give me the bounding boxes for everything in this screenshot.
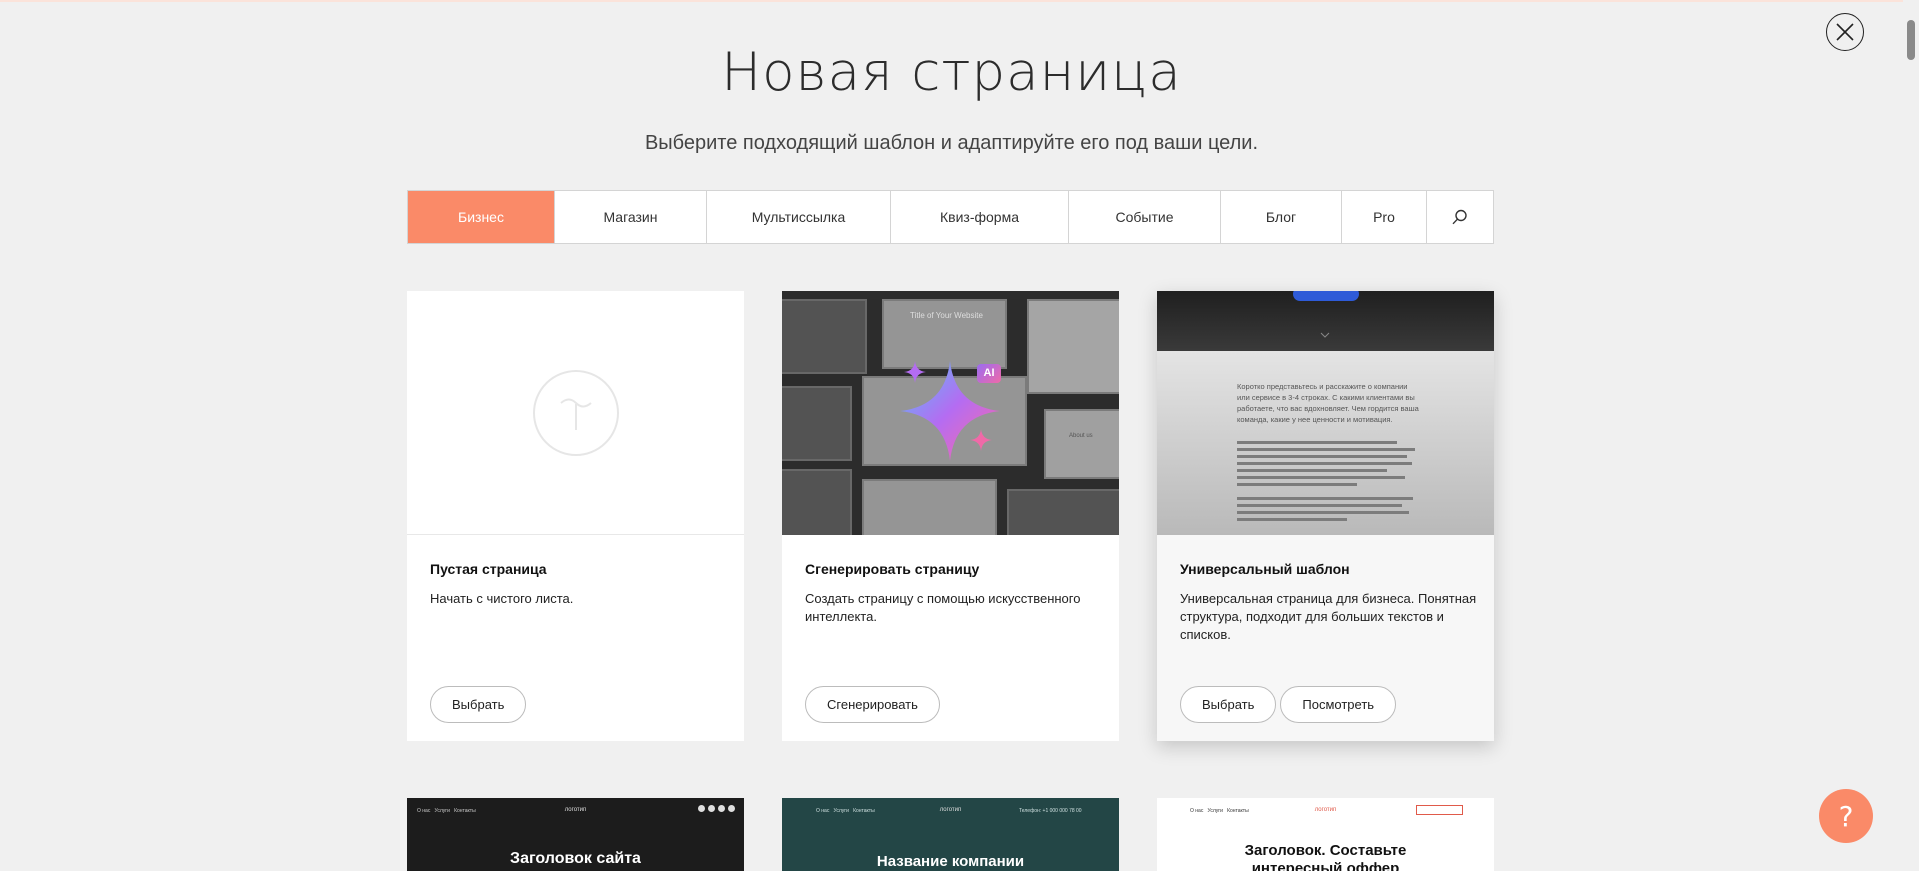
ai-badge: AI	[977, 364, 1001, 383]
tab-business[interactable]: Бизнес	[408, 191, 555, 243]
tab-blog[interactable]: Блог	[1221, 191, 1342, 243]
select-button[interactable]: Выбрать	[1180, 686, 1277, 723]
preview-phone: Телефон: +1 000 000 78 00	[1019, 808, 1082, 814]
card-description: Начать с чистого листа.	[430, 591, 574, 606]
top-accent-line	[0, 0, 1919, 2]
tab-shop[interactable]: Магазин	[555, 191, 707, 243]
preview-text-line	[1237, 462, 1412, 465]
preview-text-line	[1237, 455, 1407, 458]
small-sparkle-icon	[904, 361, 926, 383]
help-button[interactable]: ?	[1819, 789, 1873, 843]
facebook-icon	[698, 805, 705, 812]
preview-cta-button	[1293, 291, 1359, 301]
preview-logo: логотип	[564, 807, 587, 813]
category-tabs: Бизнес Магазин Мультиссылка Квиз-форма С…	[407, 190, 1494, 244]
template-card-bottom[interactable]: О нас Услуги Контакты логотип Заголовок.…	[1157, 798, 1494, 871]
template-card-ai-generate[interactable]: Title of Your Website About us AI Сгенер…	[782, 291, 1119, 741]
preview-text-line	[1237, 483, 1357, 486]
preview-text-line	[1237, 448, 1415, 451]
page-subtitle: Выберите подходящий шаблон и адаптируйте…	[644, 132, 1259, 154]
preview-title: Title of Your Website	[910, 311, 983, 320]
template-preview: Коротко представьтесь и расскажите о ком…	[1157, 291, 1494, 535]
preview-heading: Заголовок сайта	[510, 850, 641, 867]
tab-quiz-form[interactable]: Квиз-форма	[891, 191, 1069, 243]
page-title: Новая страница	[721, 42, 1182, 103]
template-card-universal[interactable]: Коротко представьтесь и расскажите о ком…	[1157, 291, 1494, 741]
preview-text-line	[1237, 511, 1409, 514]
social-icons	[698, 805, 735, 812]
vk-icon	[718, 805, 725, 812]
tab-event[interactable]: Событие	[1069, 191, 1221, 243]
card-description: Создать страницу с помощью искусственног…	[805, 591, 1081, 624]
card-title: Универсальный шаблон	[1180, 561, 1350, 577]
tab-pro[interactable]: Pro	[1342, 191, 1427, 243]
preview-about: About us	[1069, 433, 1093, 439]
telegram-icon	[728, 805, 735, 812]
template-card-bottom[interactable]: О нас Услуги Контакты логотип Телефон: +…	[782, 798, 1119, 871]
template-preview	[407, 291, 744, 535]
preview-heading: Название компании	[876, 853, 1025, 870]
preview-text-line	[1237, 469, 1387, 472]
select-button[interactable]: Выбрать	[430, 686, 527, 723]
preview-text-line	[1237, 497, 1413, 500]
preview-text-line	[1237, 504, 1402, 507]
tilda-logo-icon	[532, 369, 619, 456]
preview-cta-button	[1416, 805, 1463, 815]
card-title: Сгенерировать страницу	[805, 561, 980, 577]
small-sparkle-icon	[970, 429, 992, 451]
preview-heading: Заголовок. Составьте интересный оффер	[1244, 842, 1407, 871]
twitter-icon	[708, 805, 715, 812]
preview-intro-text: Коротко представьтесь и расскажите о ком…	[1237, 382, 1419, 424]
search-icon	[1452, 209, 1467, 225]
search-button[interactable]	[1427, 191, 1493, 243]
template-preview: Title of Your Website About us AI	[782, 291, 1119, 535]
preview-text-line	[1237, 518, 1347, 521]
template-card-bottom[interactable]: О нас Услуги Контакты логотип Заголовок …	[407, 798, 744, 871]
scrollbar-thumb[interactable]	[1907, 20, 1915, 60]
preview-text-line	[1237, 476, 1405, 479]
preview-text-line	[1237, 441, 1397, 444]
card-title: Пустая страница	[430, 561, 547, 577]
generate-button[interactable]: Сгенерировать	[805, 686, 940, 723]
vertical-scrollbar[interactable]	[1903, 0, 1919, 871]
template-card-blank[interactable]: Пустая страница Начать с чистого листа. …	[407, 291, 744, 741]
close-icon	[1836, 23, 1854, 41]
view-button[interactable]: Посмотреть	[1280, 686, 1397, 723]
chevron-down-icon	[1320, 332, 1330, 338]
tab-multilink[interactable]: Мультиссылка	[707, 191, 891, 243]
card-description: Универсальная страница для бизнеса. Поня…	[1180, 591, 1477, 642]
question-icon: ?	[1838, 799, 1854, 833]
